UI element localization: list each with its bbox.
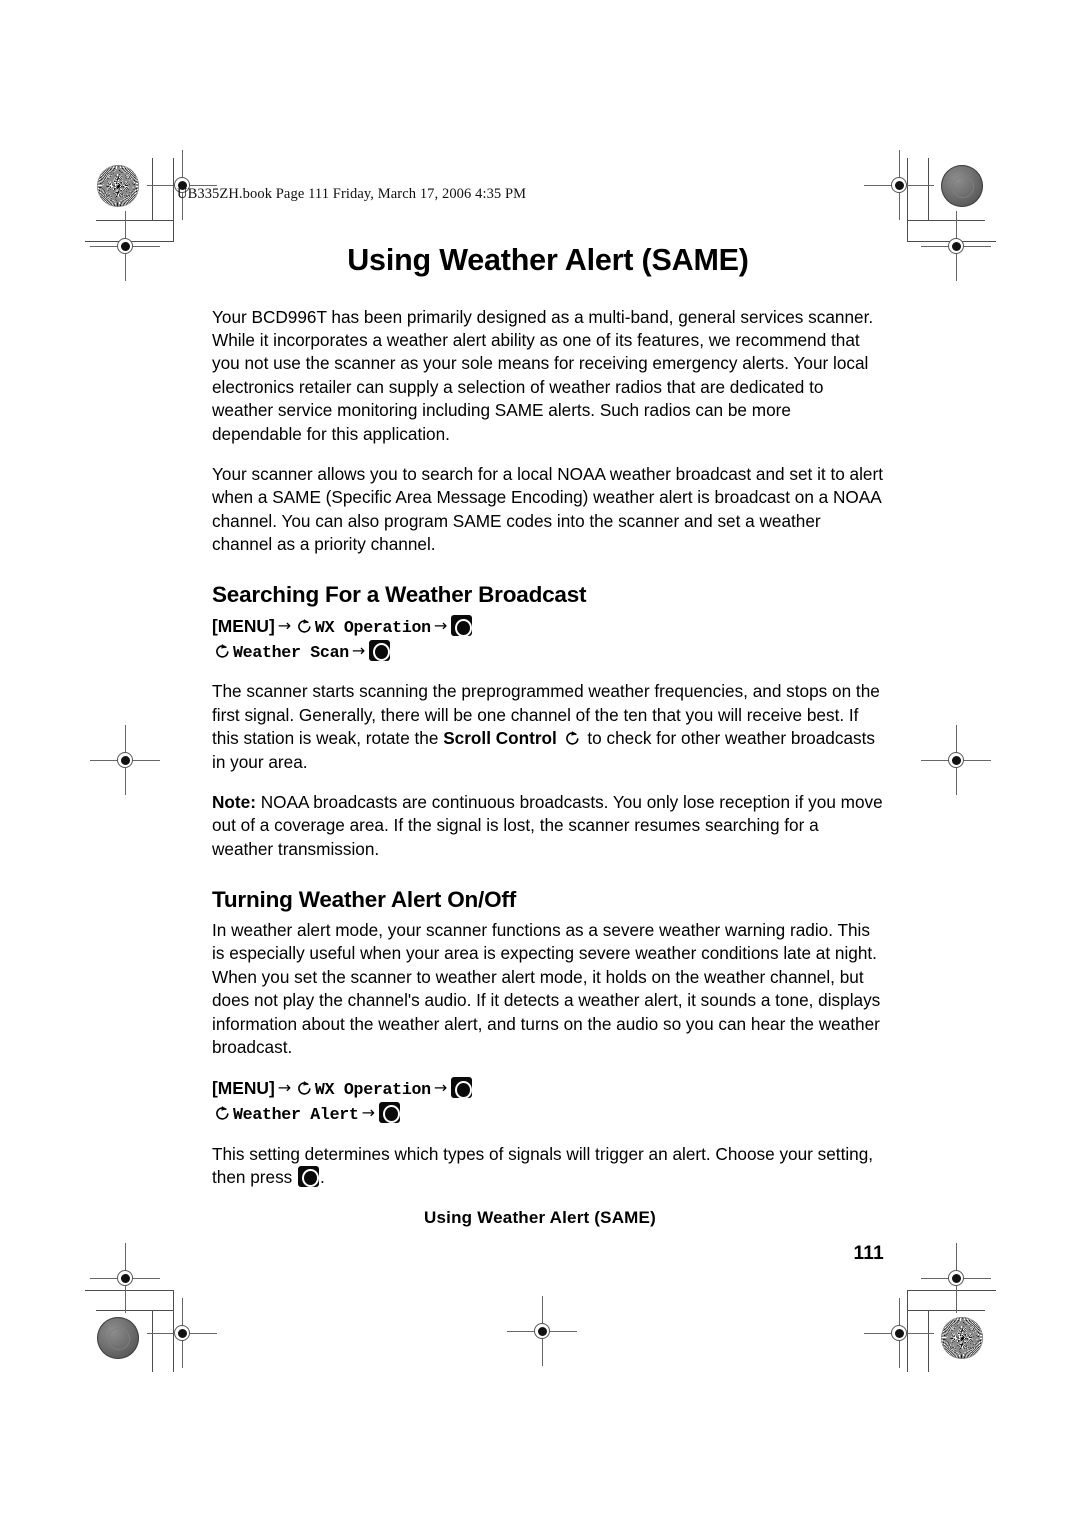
enter-key-icon xyxy=(378,1101,400,1124)
note-paragraph: Note: NOAA broadcasts are continuous bro… xyxy=(212,791,884,861)
registration-target-left-lower xyxy=(90,1243,160,1313)
registration-target-left-middle xyxy=(90,725,160,795)
density-calibration-patch-bottom-left xyxy=(97,1317,139,1359)
crop-mark xyxy=(907,1310,985,1312)
registration-target-right-middle xyxy=(921,725,991,795)
arrow-icon: → xyxy=(433,616,447,636)
searching-description-paragraph: The scanner starts scanning the preprogr… xyxy=(212,680,884,774)
registration-target-bottom-center xyxy=(507,1296,577,1366)
enter-key-icon xyxy=(450,1077,472,1099)
closing-text-after-key: . xyxy=(320,1166,325,1187)
crop-mark xyxy=(85,1290,174,1292)
scroll-control-icon xyxy=(214,1105,231,1122)
enter-key-icon xyxy=(369,639,391,662)
section-heading-turning-alert: Turning Weather Alert On/Off xyxy=(212,887,516,913)
crop-mark xyxy=(907,158,909,241)
registration-target-left-upper xyxy=(90,211,160,281)
intro-paragraph-1: Your BCD996T has been primarily designed… xyxy=(212,306,874,444)
menu-button-label: [MENU] xyxy=(212,616,275,637)
registration-target-bottom-right-inner xyxy=(864,1298,934,1368)
pinwheel-calibration-mark-top-left xyxy=(97,165,139,207)
crop-mark xyxy=(85,241,174,243)
density-calibration-patch-top-right xyxy=(941,165,983,207)
menu-step-1-label: WX Operation xyxy=(314,1080,431,1100)
footer-running-title: Using Weather Alert (SAME) xyxy=(424,1208,656,1227)
page-content: Using Weather Alert (SAME) Your BCD996T … xyxy=(212,243,884,1190)
crop-mark xyxy=(96,1310,174,1312)
enter-key-icon xyxy=(298,1165,320,1188)
registration-target-right-upper xyxy=(921,211,991,281)
crop-mark xyxy=(96,220,174,222)
menu-step-2-label: Weather Scan xyxy=(233,642,349,662)
arrow-icon: → xyxy=(433,1078,447,1098)
registration-target-right-lower xyxy=(921,1243,991,1313)
crop-mark xyxy=(907,1290,909,1372)
crop-mark xyxy=(173,1290,175,1372)
menu-path-weather-scan: [MENU] → WX Operation → Weather Scan → xyxy=(212,614,884,664)
crop-mark xyxy=(928,1310,930,1372)
enter-key-icon xyxy=(450,615,472,637)
scroll-control-icon xyxy=(296,1080,313,1097)
book-file-header: UB335ZH.book Page 111 Friday, March 17, … xyxy=(177,186,527,202)
menu-step-1-label: WX Operation xyxy=(314,618,431,638)
scroll-control-icon xyxy=(564,730,581,747)
menu-path-weather-alert: [MENU] → WX Operation → Weather Alert → xyxy=(212,1076,884,1126)
page-title: Using Weather Alert (SAME) xyxy=(347,243,749,277)
pinwheel-calibration-mark-bottom-right xyxy=(941,1317,983,1359)
registration-target-top-right-inner xyxy=(864,150,934,220)
closing-paragraph: This setting determines which types of s… xyxy=(212,1143,884,1190)
note-label: Note: xyxy=(212,792,256,813)
arrow-icon: → xyxy=(351,640,366,660)
registration-target-bottom-left-inner xyxy=(147,1298,217,1368)
scroll-control-icon xyxy=(296,618,313,635)
crop-mark xyxy=(907,220,985,222)
crop-mark xyxy=(928,158,930,220)
crop-mark xyxy=(152,1310,154,1372)
arrow-icon: → xyxy=(277,616,291,636)
scroll-control-term: Scroll Control xyxy=(443,728,557,749)
section-heading-searching: Searching For a Weather Broadcast xyxy=(212,582,587,608)
alert-description-paragraph: In weather alert mode, your scanner func… xyxy=(212,920,881,1058)
intro-paragraph-2: Your scanner allows you to search for a … xyxy=(212,463,883,555)
footer-page-number: 111 xyxy=(853,1243,884,1264)
crop-mark xyxy=(152,158,154,220)
arrow-icon: → xyxy=(361,1102,375,1122)
note-body: NOAA broadcasts are continuous broadcast… xyxy=(212,792,883,859)
crop-mark xyxy=(907,241,996,243)
menu-button-label: [MENU] xyxy=(212,1078,275,1099)
crop-mark xyxy=(173,158,175,241)
arrow-icon: → xyxy=(277,1078,291,1098)
crop-mark xyxy=(907,1290,996,1292)
menu-step-2-label: Weather Alert xyxy=(233,1104,359,1124)
scroll-control-icon xyxy=(214,643,231,660)
